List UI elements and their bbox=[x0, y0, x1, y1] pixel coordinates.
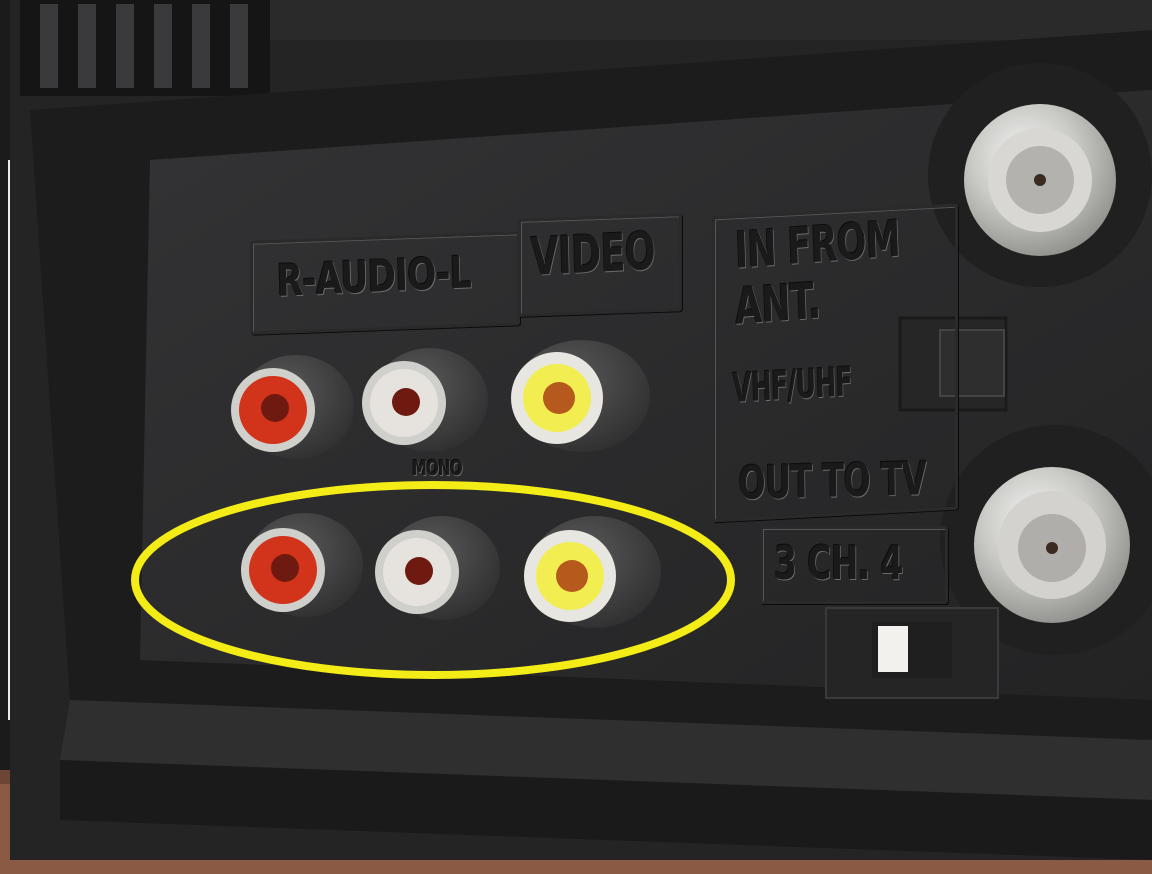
photo-svg bbox=[0, 0, 1152, 874]
band-label: VHF/UHF bbox=[732, 359, 853, 412]
vent-grille bbox=[20, 0, 270, 96]
in-from-label: IN FROM bbox=[734, 209, 901, 280]
video-label: VIDEO bbox=[530, 221, 656, 288]
out-to-tv-label: OUT TO TV bbox=[738, 451, 927, 510]
coax-in-connector bbox=[928, 63, 1152, 287]
mono-label: MONO bbox=[412, 456, 463, 480]
channel-switch bbox=[878, 626, 908, 672]
channel-label: 3 CH. 4 bbox=[774, 536, 903, 590]
ant-label: ANT. bbox=[734, 271, 822, 336]
audio-label: R-AUDIO-L bbox=[276, 247, 472, 307]
vcr-back-panel-photo: R-AUDIO-L VIDEO IN FROM ANT. VHF/UHF OUT… bbox=[0, 0, 1152, 874]
rca-row-output bbox=[231, 340, 650, 459]
rca-row-input bbox=[241, 513, 661, 628]
